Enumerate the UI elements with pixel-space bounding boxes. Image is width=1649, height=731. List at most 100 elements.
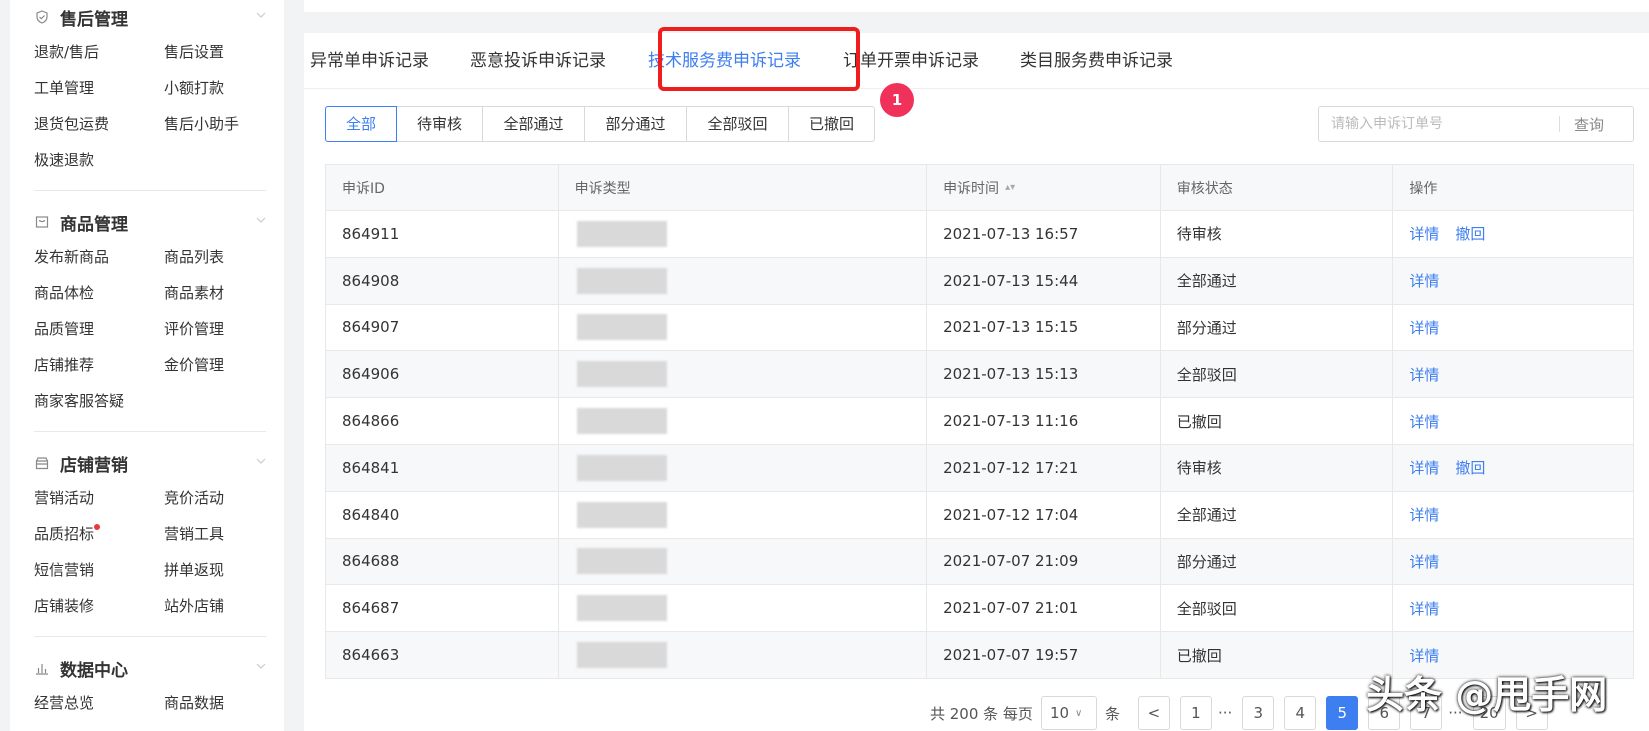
sidebar-section-product-management[interactable]: 商品管理: [34, 205, 266, 239]
sidebar-item[interactable]: 营销工具: [164, 516, 274, 552]
sidebar-item[interactable]: 竞价活动: [164, 480, 274, 516]
redacted-type: [576, 220, 667, 247]
redacted-type: [576, 314, 667, 341]
filter-all-rejected[interactable]: 全部驳回: [687, 106, 789, 142]
cell-time: 2021-07-13 15:15: [927, 304, 1161, 351]
cell-time: 2021-07-12 17:21: [927, 444, 1161, 491]
withdraw-link[interactable]: 撤回: [1455, 223, 1485, 244]
sidebar-item[interactable]: 商品素材: [164, 275, 274, 311]
sidebar-item[interactable]: 营销活动: [34, 480, 164, 516]
sidebar-item[interactable]: 经营总览: [34, 685, 164, 721]
cell-actions: 详情: [1393, 398, 1633, 444]
detail-link[interactable]: 详情: [1409, 598, 1439, 619]
filter-all-approved[interactable]: 全部通过: [483, 106, 585, 142]
shield-check-icon: [34, 9, 50, 25]
sidebar-menu-grid: 经营总览 商品数据: [34, 685, 284, 721]
sidebar-item[interactable]: 评价管理: [164, 311, 274, 347]
tab-abnormal-order[interactable]: 异常单申诉记录: [310, 33, 429, 89]
sidebar-section-store-marketing[interactable]: 店铺营销: [34, 446, 266, 480]
page-button[interactable]: 1: [1179, 696, 1212, 730]
sidebar-item[interactable]: 退货包运费: [34, 106, 164, 142]
table-header: 申诉ID 申诉类型 申诉时间 ▴▾ 审核状态 操作: [326, 165, 1633, 211]
tab-order-invoice[interactable]: 订单开票申诉记录: [843, 33, 979, 89]
sidebar-item[interactable]: 短信营销: [34, 552, 164, 588]
cell-status: 待审核: [1161, 444, 1394, 491]
detail-link[interactable]: 详情: [1409, 457, 1439, 478]
sidebar-item[interactable]: 商品列表: [164, 239, 274, 275]
filter-pending[interactable]: 待审核: [397, 106, 483, 142]
page-button[interactable]: 5: [1326, 696, 1359, 730]
sidebar-section-after-sales[interactable]: 售后管理: [34, 0, 266, 34]
cell-actions: 详情 撤回: [1393, 445, 1633, 491]
prev-page-button[interactable]: <: [1137, 696, 1170, 730]
cell-actions: 详情: [1393, 539, 1633, 585]
detail-link[interactable]: 详情: [1409, 270, 1439, 291]
sidebar-item[interactable]: 售后设置: [164, 34, 274, 70]
tab-category-service-fee[interactable]: 类目服务费申诉记录: [1020, 33, 1173, 89]
tab-malicious-complaint[interactable]: 恶意投诉申诉记录: [470, 33, 606, 89]
sidebar-item[interactable]: 金价管理: [164, 347, 274, 383]
sidebar-item[interactable]: 极速退款: [34, 142, 164, 178]
search-input[interactable]: [1319, 109, 1559, 139]
chevron-down-icon[interactable]: [256, 456, 266, 466]
sidebar-item[interactable]: 工单管理: [34, 70, 164, 106]
sidebar-item[interactable]: 站外店铺: [164, 588, 274, 624]
bar-chart-icon: [34, 660, 50, 676]
chevron-down-icon[interactable]: [256, 10, 266, 20]
chevron-down-icon[interactable]: [256, 661, 266, 671]
detail-link[interactable]: 详情: [1409, 645, 1439, 666]
sidebar-item[interactable]: 发布新商品: [34, 239, 164, 275]
sidebar-item[interactable]: 店铺推荐: [34, 347, 164, 383]
cell-status: 全部驳回: [1161, 351, 1394, 398]
sidebar-section-data-center[interactable]: 数据中心: [34, 651, 266, 685]
sidebar-divider: [34, 431, 266, 432]
detail-link[interactable]: 详情: [1409, 504, 1439, 525]
cell-actions: 详情 撤回: [1393, 211, 1633, 257]
filter-all[interactable]: 全部: [325, 106, 397, 142]
sidebar-item[interactable]: 小额打款: [164, 70, 274, 106]
detail-link[interactable]: 详情: [1409, 223, 1439, 244]
redacted-type: [576, 408, 667, 435]
filter-withdrawn[interactable]: 已撤回: [789, 106, 875, 142]
cell-actions: 详情: [1393, 351, 1633, 397]
header-status: 审核状态: [1161, 165, 1394, 210]
cell-id: 864911: [326, 211, 559, 257]
sidebar-item[interactable]: 售后小助手: [164, 106, 274, 142]
page-button[interactable]: 4: [1284, 696, 1317, 730]
page-button[interactable]: 3: [1242, 696, 1275, 730]
cell-type: [559, 351, 928, 398]
detail-link[interactable]: 详情: [1409, 411, 1439, 432]
filter-partial-approved[interactable]: 部分通过: [585, 106, 687, 142]
bag-icon: [34, 214, 50, 230]
sidebar-item[interactable]: 商品数据: [164, 685, 274, 721]
sidebar-item[interactable]: 退款/售后: [34, 34, 164, 70]
sidebar-item[interactable]: 拼单返现: [164, 552, 274, 588]
withdraw-link[interactable]: 撤回: [1455, 457, 1485, 478]
top-panel: [304, 0, 1649, 12]
query-button[interactable]: 查询: [1574, 114, 1604, 135]
pager-ellipsis[interactable]: ···: [1218, 704, 1232, 722]
detail-link[interactable]: 详情: [1409, 317, 1439, 338]
cell-time: 2021-07-13 15:44: [927, 257, 1161, 304]
detail-link[interactable]: 详情: [1409, 364, 1439, 385]
page-size-value: 10: [1049, 704, 1070, 722]
cell-id: 864908: [326, 257, 559, 304]
sidebar-item[interactable]: 商品体检: [34, 275, 164, 311]
cell-actions: 详情: [1393, 492, 1633, 538]
pager-total: 共 200 条 每页: [930, 704, 1033, 723]
cell-actions: 详情: [1393, 585, 1633, 631]
section-title: 店铺营销: [60, 455, 128, 476]
table-row: 864840 2021-07-12 17:04 全部通过 详情: [326, 491, 1633, 539]
sidebar-item[interactable]: 店铺装修: [34, 588, 164, 624]
sort-icon[interactable]: ▴▾: [1005, 182, 1015, 193]
chevron-down-icon[interactable]: [256, 215, 266, 225]
sidebar-item[interactable]: 品质管理: [34, 311, 164, 347]
redacted-type: [576, 595, 667, 622]
sidebar-item[interactable]: 品质招标: [34, 516, 164, 552]
sidebar-item[interactable]: 商家客服答疑: [34, 383, 164, 419]
detail-link[interactable]: 详情: [1409, 551, 1439, 572]
page-size-select[interactable]: 10 ∨: [1040, 696, 1097, 730]
table-row: 864687 2021-07-07 21:01 全部驳回 详情: [326, 585, 1633, 633]
sidebar: 售后管理 退款/售后 售后设置 工单管理 小额打款 退货包运费 售后小助手 极速退款商品管理发…: [10, 0, 284, 731]
header-time[interactable]: 申诉时间 ▴▾: [927, 165, 1161, 210]
